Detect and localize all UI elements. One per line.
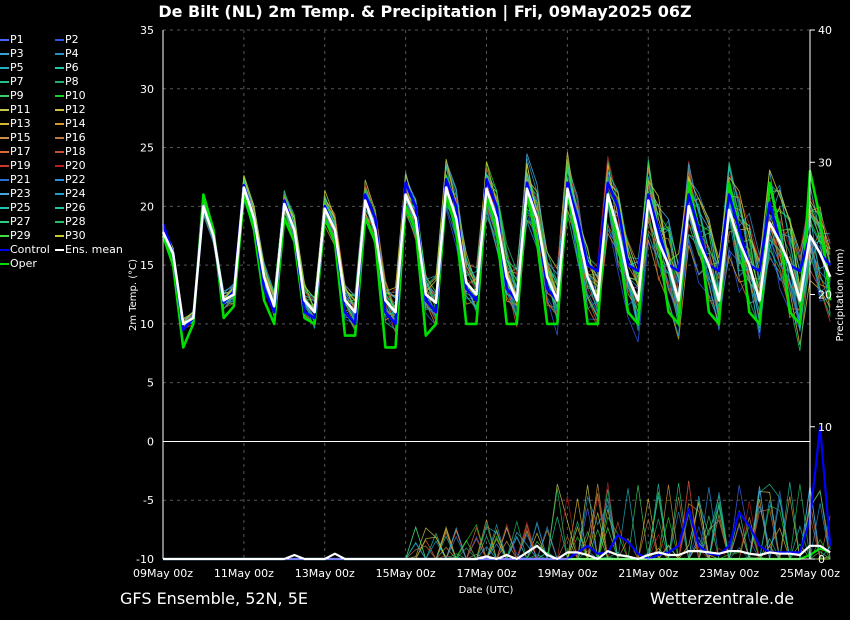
member-precip-line-p3 xyxy=(163,485,831,560)
x-tick-label: 23May 00z xyxy=(699,567,759,580)
x-tick-label: 15May 00z xyxy=(376,567,436,580)
y-tick-label: 10 xyxy=(140,318,154,331)
y-tick-label: 25 xyxy=(140,142,154,155)
member-precip-line-p28 xyxy=(163,484,831,560)
meteogram-chart: 35 30 25 20 15 10 5 0 -5 -1009May 00z 11May 00z 13M… xyxy=(128,24,846,596)
member-precip-line-p9 xyxy=(163,485,831,560)
grid xyxy=(162,29,811,560)
x-tick-label: 11May 00z xyxy=(214,567,274,580)
x-tick-label: 09May 00z xyxy=(133,567,193,580)
y2-tick-label: 30 xyxy=(818,156,832,169)
footer-source: GFS Ensemble, 52N, 5E xyxy=(120,589,308,608)
series-lines xyxy=(161,169,832,561)
member-precip-line-p23 xyxy=(163,485,831,560)
member-precip-line-p6 xyxy=(163,482,831,560)
footer-site: Wetterzentrale.de xyxy=(650,589,795,608)
member-precip-line-p11 xyxy=(163,483,831,561)
y2-tick-label: 0 xyxy=(818,553,825,566)
x-tick-label: 21May 00z xyxy=(618,567,678,580)
x-tick-label: 17May 00z xyxy=(456,567,516,580)
y-axis-label: 2m Temp. (°C) xyxy=(128,259,139,331)
member-precip-line-p1 xyxy=(163,484,831,560)
y-tick-label: 20 xyxy=(140,200,154,213)
y-tick-label: -5 xyxy=(143,494,154,507)
y-tick-label: -10 xyxy=(136,553,154,566)
x-tick-label: 13May 00z xyxy=(295,567,355,580)
member-precip-line-p26 xyxy=(163,483,831,560)
y-tick-label: 5 xyxy=(147,377,154,390)
member-precip-line-p2 xyxy=(163,487,831,560)
x-tick-label: 25May 00z xyxy=(780,567,840,580)
member-precip-line-p15 xyxy=(163,480,831,561)
y-tick-label: 0 xyxy=(147,435,154,448)
member-precip-line-p14 xyxy=(163,484,831,560)
member-precip-line-p20 xyxy=(163,482,831,560)
y2-tick-label: 20 xyxy=(818,289,832,302)
y2-tick-label: 10 xyxy=(818,421,832,434)
y2-tick-label: 40 xyxy=(818,24,832,37)
member-precip-line-p27 xyxy=(163,482,831,560)
y-tick-label: 30 xyxy=(140,83,154,96)
y2-axis-label: Precipitation (mm) xyxy=(835,248,846,341)
x-tick-label: 19May 00z xyxy=(537,567,597,580)
y-tick-label: 35 xyxy=(140,24,154,37)
member-precip-line-p22 xyxy=(163,487,831,561)
y-tick-label: 15 xyxy=(140,259,154,272)
x-axis-label: Date (UTC) xyxy=(459,585,514,596)
